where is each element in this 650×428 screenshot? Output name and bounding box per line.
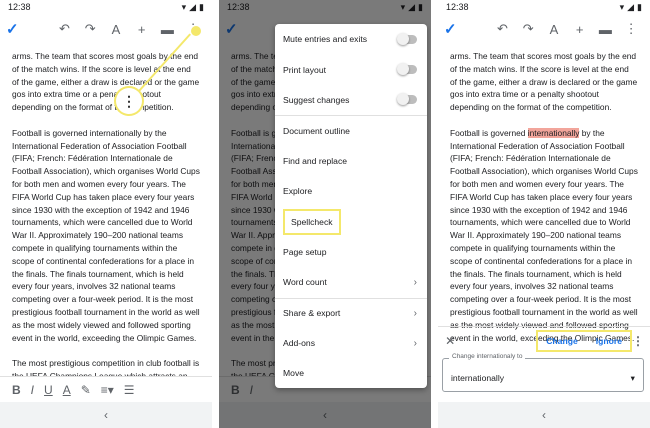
done-checkmark-icon[interactable]: ✓ <box>6 20 52 38</box>
menu-item-label: Mute entries and exits <box>283 34 368 45</box>
callout-dot <box>191 26 201 36</box>
screen-step-1: 12:38 ▾ ◢ ▮ ✓ ↶ ↷ A + ▬ ⋮ arms. The team… <box>0 0 212 428</box>
status-time: 12:38 <box>446 2 469 12</box>
paragraph-2-suffix: by the International Federation of Assoc… <box>12 127 200 343</box>
menu-item-document-outline[interactable]: Document outline <box>275 115 427 145</box>
editor-toolbar: ✓ ↶ ↷ A + ▬ ⋮ <box>438 14 650 44</box>
bold-icon[interactable]: B <box>12 383 21 397</box>
panel-separator <box>212 0 219 428</box>
status-bar: 12:38 ▾ ◢ ▮ <box>0 0 212 14</box>
menu-item-share-export[interactable]: Share & export › <box>275 297 427 328</box>
close-icon[interactable]: ✕ <box>440 334 460 348</box>
print-layout-toggle[interactable] <box>397 63 417 76</box>
highlight-pen-icon[interactable]: ✎ <box>81 383 91 397</box>
menu-item-label: Suggest changes <box>283 94 350 105</box>
status-time: 12:38 <box>8 2 31 12</box>
spellcheck-bar: ✕ Change Ignore ⋮ <box>438 326 650 354</box>
underline-icon[interactable]: U <box>44 383 53 397</box>
format-bar: B I U A ✎ ≡▾ ☰ <box>0 376 212 402</box>
system-nav-bar: ‹ <box>438 402 650 428</box>
misspelled-word[interactable]: internationally <box>527 127 580 138</box>
menu-item-mute[interactable]: Mute entries and exits <box>275 24 427 54</box>
menu-item-label: Find and replace <box>283 155 348 166</box>
menu-item-page-setup[interactable]: Page setup <box>275 237 427 267</box>
system-nav-bar: ‹ <box>0 402 212 428</box>
insert-plus-icon[interactable]: + <box>129 22 155 37</box>
menu-item-label: Page setup <box>283 246 327 257</box>
paragraph-2-word: internationally <box>89 127 142 138</box>
document-body[interactable]: arms. The team that scores most goals by… <box>438 44 650 344</box>
text-color-icon[interactable]: A <box>63 383 71 397</box>
spell-actions: Change Ignore <box>536 329 632 352</box>
change-button[interactable]: Change <box>546 336 578 346</box>
paragraph-2: Football is governed internationally by … <box>450 127 638 345</box>
redo-icon[interactable]: ↷ <box>515 21 541 37</box>
status-bar: 12:38 ▾ ◢ ▮ <box>438 0 650 14</box>
menu-item-label: Document outline <box>283 125 350 136</box>
text-format-icon[interactable]: A <box>541 22 567 37</box>
menu-item-move[interactable]: Move <box>275 358 427 388</box>
suggest-changes-toggle[interactable] <box>397 93 417 106</box>
menu-item-label: Word count <box>283 277 327 288</box>
redo-icon[interactable]: ↷ <box>77 21 103 37</box>
menu-item-label: Add-ons <box>283 338 316 349</box>
back-chevron-icon[interactable]: ‹ <box>542 408 546 422</box>
battery-icon: ▮ <box>637 1 642 12</box>
paragraph-1: arms. The team that scores most goals by… <box>450 51 638 113</box>
paragraph-2-prefix: Football is governed <box>450 127 528 138</box>
menu-item-find-replace[interactable]: Find and replace <box>275 146 427 176</box>
screen-step-3: 12:38 ▾ ◢ ▮ ✓ ↶ ↷ A + ▬ ⋮ arms. The team… <box>438 0 650 428</box>
align-icon[interactable]: ≡▾ <box>101 383 114 397</box>
more-options-icon[interactable]: ⋮ <box>618 21 644 37</box>
more-options-callout-icon: ⋮ <box>116 88 142 114</box>
undo-icon[interactable]: ↶ <box>52 21 78 37</box>
signal-icon: ◢ <box>627 1 635 12</box>
menu-item-explore[interactable]: Explore <box>275 176 427 206</box>
comment-icon[interactable]: ▬ <box>593 22 619 37</box>
paragraph-2-suffix: by the International Federation of Assoc… <box>450 127 638 343</box>
battery-icon: ▮ <box>199 1 204 12</box>
suggestion-value: internationally <box>451 373 505 383</box>
paragraph-2-prefix: Football is governed <box>12 127 90 138</box>
document-body[interactable]: arms. The team that scores most goals by… <box>0 44 212 421</box>
screen-step-2: 12:38 ▾ ◢ ▮ ✓ arms. The team that scores… <box>219 0 431 428</box>
dropdown-arrow-icon: ▾ <box>630 373 635 383</box>
overflow-menu: Mute entries and exits Print layout Sugg… <box>275 24 427 388</box>
chevron-right-icon: › <box>413 307 417 319</box>
chevron-right-icon: › <box>413 337 417 349</box>
list-icon[interactable]: ☰ <box>124 383 135 397</box>
wifi-icon: ▾ <box>181 1 187 12</box>
menu-item-label: Move <box>283 368 305 379</box>
insert-plus-icon[interactable]: + <box>567 22 593 37</box>
done-checkmark-icon[interactable]: ✓ <box>444 20 490 38</box>
ignore-button[interactable]: Ignore <box>596 336 622 346</box>
comment-icon[interactable]: ▬ <box>155 22 181 37</box>
text-format-icon[interactable]: A <box>103 22 129 37</box>
menu-item-label: Share & export <box>283 308 341 319</box>
suggestion-label: Change internationaly to <box>449 353 526 360</box>
panel-separator <box>431 0 438 428</box>
signal-icon: ◢ <box>189 1 197 12</box>
menu-item-label: Print layout <box>283 64 326 75</box>
menu-item-word-count[interactable]: Word count › <box>275 267 427 297</box>
paragraph-2: Football is governed internationally by … <box>12 127 200 345</box>
menu-item-print-layout[interactable]: Print layout <box>275 54 427 84</box>
menu-item-add-ons[interactable]: Add-ons › <box>275 328 427 358</box>
paragraph-1: arms. The team that scores most goals by… <box>12 51 200 113</box>
more-options-icon[interactable]: ⋮ <box>632 334 644 348</box>
menu-item-spellcheck[interactable]: Spellcheck <box>275 206 427 236</box>
mute-toggle[interactable] <box>397 32 417 45</box>
menu-item-label: Explore <box>283 186 313 197</box>
menu-item-suggest-changes[interactable]: Suggest changes <box>275 85 427 115</box>
editor-toolbar: ✓ ↶ ↷ A + ▬ ⋮ <box>0 14 212 44</box>
undo-icon[interactable]: ↶ <box>490 21 516 37</box>
wifi-icon: ▾ <box>619 1 625 12</box>
italic-icon[interactable]: I <box>31 383 34 397</box>
back-chevron-icon[interactable]: ‹ <box>104 408 108 422</box>
suggestion-dropdown[interactable]: Change internationaly to internationally… <box>442 353 644 392</box>
spellcheck-highlight: Spellcheck <box>283 208 341 235</box>
chevron-right-icon: › <box>413 276 417 288</box>
